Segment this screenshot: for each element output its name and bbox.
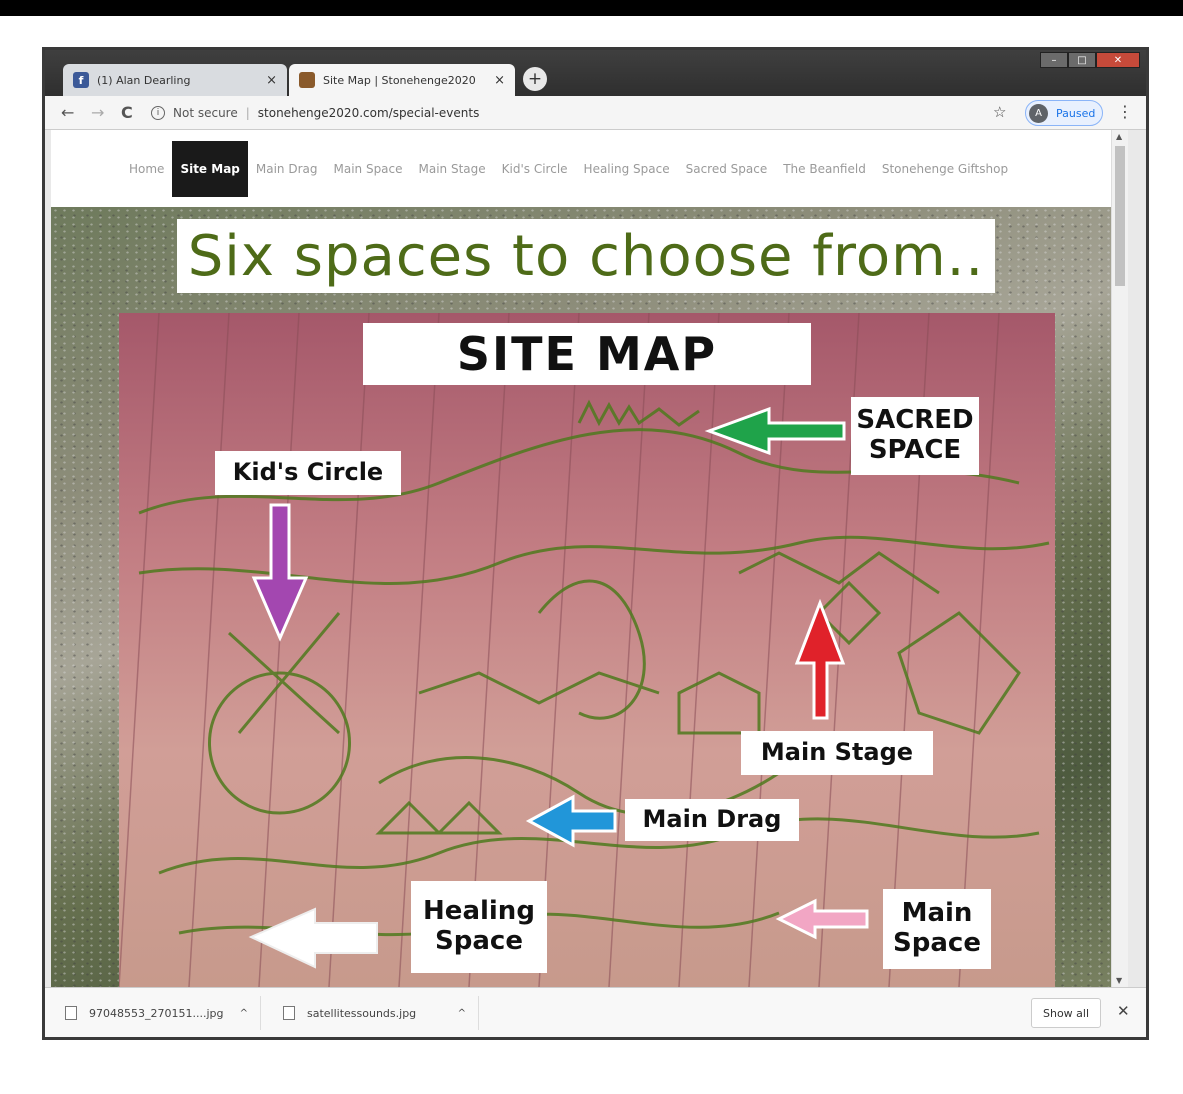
avatar: A — [1029, 103, 1048, 123]
site-navigation: Home Site Map Main Drag Main Space Main … — [51, 130, 1128, 207]
label-main-stage: Main Stage — [741, 731, 933, 775]
bookmark-star-icon[interactable]: ☆ — [993, 103, 1006, 121]
tab-title: Site Map | Stonehenge2020 — [323, 73, 476, 87]
label-line: Space — [435, 926, 523, 956]
download-item[interactable]: 97048553_270151....jpg ^ — [45, 996, 261, 1030]
label-line: Healing — [423, 896, 535, 927]
label-line: SACRED — [856, 405, 974, 436]
nav-item-the-beanfield[interactable]: The Beanfield — [775, 141, 874, 197]
nav-item-giftshop[interactable]: Stonehenge Giftshop — [874, 141, 1016, 197]
menu-icon[interactable]: ⋮ — [1117, 102, 1133, 121]
nav-item-sacred-space[interactable]: Sacred Space — [678, 141, 776, 197]
healing-arrow — [248, 907, 378, 969]
nav-item-kids-circle[interactable]: Kid's Circle — [494, 141, 576, 197]
close-icon[interactable]: × — [266, 73, 277, 88]
tab-title: (1) Alan Dearling — [97, 73, 191, 87]
download-filename: satellitessounds.jpg — [307, 1006, 417, 1020]
stonehenge-favicon — [299, 72, 315, 88]
label-main-space: Main Space — [883, 889, 991, 969]
window-controls: – □ ✕ — [1040, 52, 1140, 68]
omnibox-separator: | — [245, 106, 250, 120]
back-icon[interactable]: ← — [61, 103, 74, 122]
sacred-arrow — [704, 406, 846, 456]
tab-alan-dearling[interactable]: f (1) Alan Dearling × — [63, 64, 287, 96]
label-line: Main — [901, 898, 973, 929]
label-kids-circle: Kid's Circle — [215, 451, 401, 495]
tab-site-map[interactable]: Site Map | Stonehenge2020 × — [289, 64, 515, 96]
maximize-button[interactable]: □ — [1068, 52, 1096, 68]
label-line: Space — [893, 928, 981, 958]
facebook-icon: f — [73, 72, 89, 88]
nav-item-main-space[interactable]: Main Space — [325, 141, 410, 197]
nav-item-home[interactable]: Home — [121, 141, 172, 197]
download-filename: 97048553_270151....jpg — [89, 1006, 224, 1020]
aerial-background-image: Six spaces to choose from.. SITE MAP SAC… — [51, 207, 1128, 987]
show-all-button[interactable]: Show all — [1031, 998, 1101, 1028]
close-window-button[interactable]: ✕ — [1096, 52, 1140, 68]
downloads-bar: 97048553_270151....jpg ^ satellitessound… — [45, 987, 1146, 1037]
nav-item-main-drag[interactable]: Main Drag — [248, 141, 326, 197]
reload-icon[interactable]: C — [121, 103, 133, 122]
title-bar: f (1) Alan Dearling × Site Map | Stonehe… — [45, 50, 1146, 96]
profile-button[interactable]: A Paused — [1025, 100, 1103, 126]
browser-toolbar: ← → C i Not secure | stonehenge2020.com/… — [45, 96, 1146, 130]
screen-top-border — [0, 0, 1183, 16]
page-headline: Six spaces to choose from.. — [177, 219, 995, 293]
close-icon[interactable]: × — [494, 73, 505, 88]
url-text[interactable]: stonehenge2020.com/special-events — [258, 106, 480, 120]
download-item[interactable]: satellitessounds.jpg ^ — [263, 996, 479, 1030]
nav-item-site-map[interactable]: Site Map — [172, 140, 248, 197]
file-icon — [65, 1006, 77, 1020]
info-icon[interactable]: i — [151, 106, 165, 120]
browser-window: f (1) Alan Dearling × Site Map | Stonehe… — [42, 47, 1149, 1040]
scroll-up-icon[interactable]: ▲ — [1116, 132, 1122, 141]
minimize-button[interactable]: – — [1040, 52, 1068, 68]
label-line: SPACE — [868, 435, 962, 465]
nav-item-healing-space[interactable]: Healing Space — [576, 141, 678, 197]
label-healing-space: Healing Space — [411, 881, 547, 973]
label-main-drag: Main Drag — [625, 799, 799, 841]
page-scrollbar[interactable]: ▲ ▼ — [1111, 130, 1128, 987]
new-tab-button[interactable]: + — [523, 67, 547, 91]
scrollbar-thumb[interactable] — [1115, 146, 1125, 286]
map-title: SITE MAP — [363, 323, 811, 385]
chevron-up-icon[interactable]: ^ — [240, 1008, 248, 1019]
address-bar[interactable]: i Not secure | stonehenge2020.com/specia… — [151, 100, 1011, 126]
file-icon — [283, 1006, 295, 1020]
scroll-down-icon[interactable]: ▼ — [1116, 976, 1122, 985]
profile-status: Paused — [1056, 106, 1096, 120]
site-map-image: SITE MAP SACRED SPACE Kid's Circle Main … — [119, 313, 1055, 987]
chevron-up-icon[interactable]: ^ — [458, 1008, 466, 1019]
label-sacred-space: SACRED SPACE — [851, 397, 979, 475]
forward-icon[interactable]: → — [91, 103, 104, 122]
nav-item-main-stage[interactable]: Main Stage — [411, 141, 494, 197]
page-viewport: Home Site Map Main Drag Main Space Main … — [51, 130, 1128, 987]
close-icon[interactable]: ✕ — [1117, 1002, 1130, 1020]
security-label: Not secure — [173, 106, 238, 120]
